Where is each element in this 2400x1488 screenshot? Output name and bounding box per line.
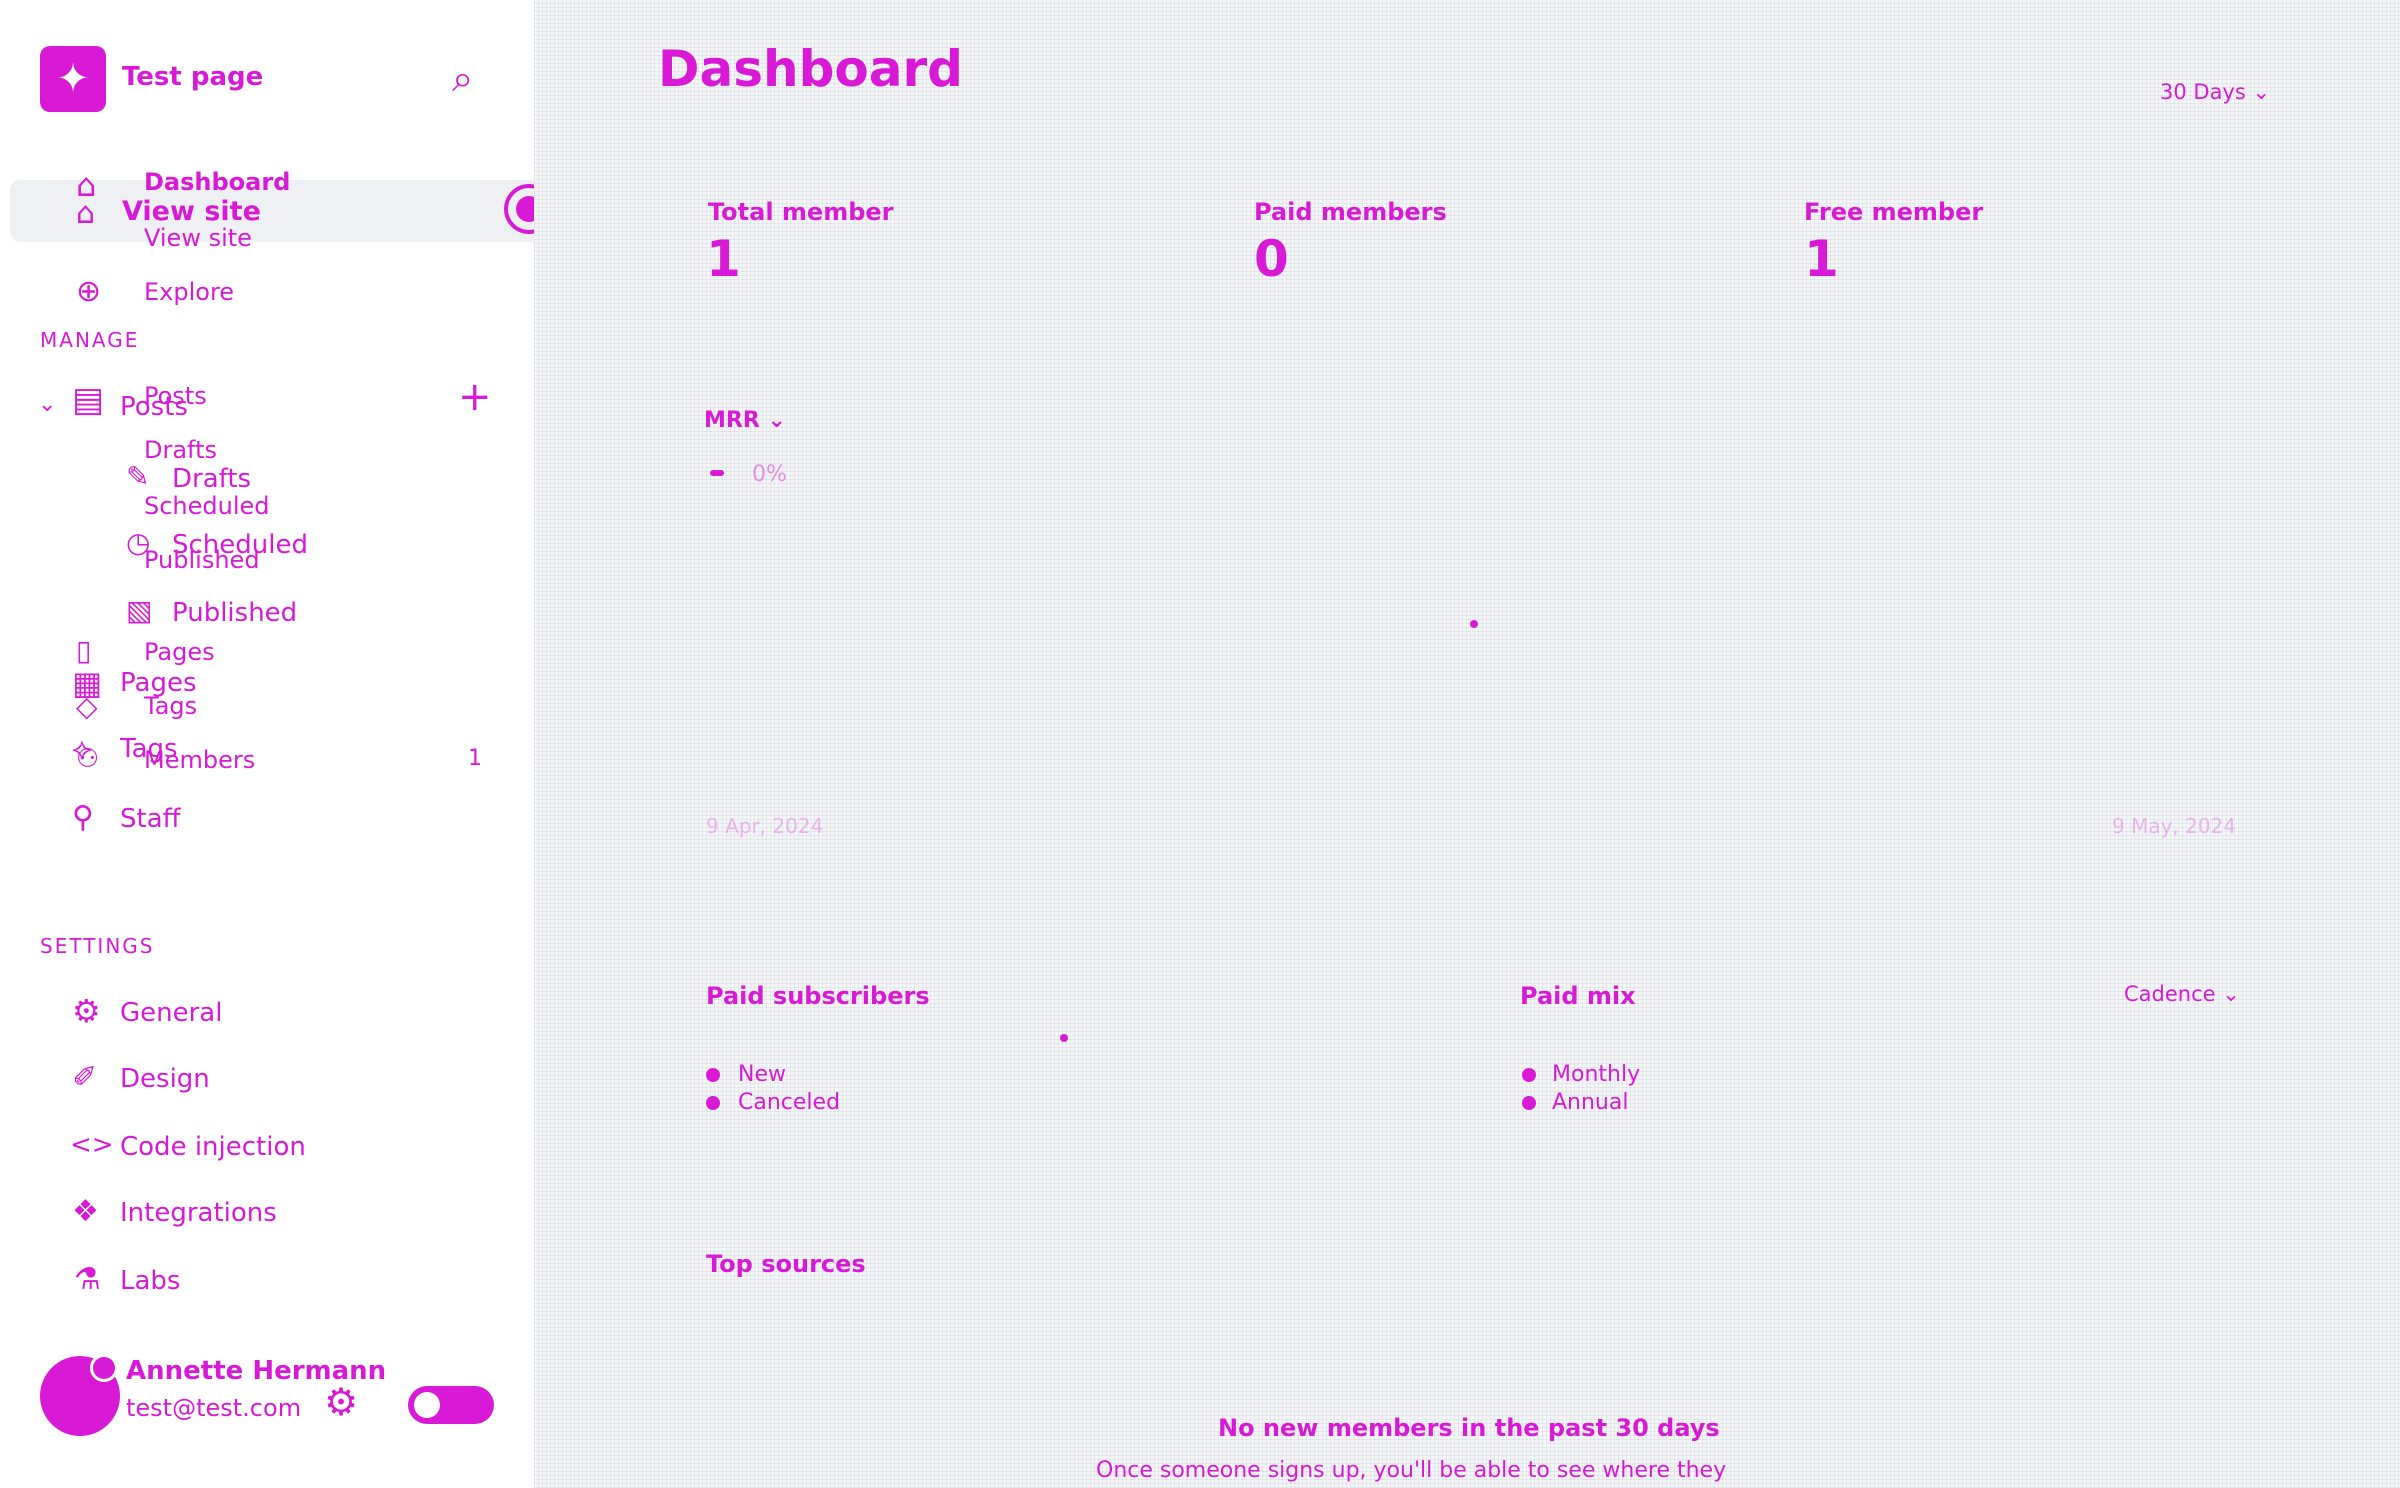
nav-view-site-secondary[interactable]: View site [144,224,252,252]
stat-value-paid: 0 [1254,230,1289,288]
pencil-icon: ✎ [126,460,150,493]
nav-tags-secondary[interactable]: Tags [144,692,197,720]
legend-monthly-dot [1522,1068,1536,1082]
legend-annual: Annual [1552,1090,1629,1115]
chevron-down-icon: ⌄ [767,408,786,433]
nav-design[interactable]: Design [120,1064,210,1094]
status-dot [90,1354,118,1382]
nav-drafts-secondary[interactable]: Drafts [144,436,217,464]
chevron-down-icon: ⌄ [2252,80,2271,104]
nav-code-injection[interactable]: Code injection [120,1132,306,1162]
legend-monthly: Monthly [1552,1062,1641,1087]
chevron-down-icon[interactable]: ⌄ [38,392,56,417]
nav-published-secondary[interactable]: Published [144,546,260,574]
page-title: Dashboard [658,40,963,98]
theme-toggle[interactable] [408,1386,494,1424]
members-icon: ⚇ [76,744,100,774]
legend-canceled-dot [706,1096,720,1110]
tags-icon: ◇ [76,690,98,723]
nav-published[interactable]: Published [172,598,297,628]
chevron-down-icon: ⌄ [2222,982,2240,1006]
nav-labs[interactable]: Labs [120,1266,180,1296]
plus-icon[interactable]: + [458,374,492,420]
explore-icon: ⊕ [76,274,102,309]
nav-dashboard[interactable]: Dashboard [144,168,290,196]
paid-subscribers-title: Paid subscribers [706,982,930,1010]
members-count-badge: 1 [468,746,482,771]
mrr-chart-point [1470,620,1478,628]
cadence-label: Cadence [2124,982,2216,1006]
labs-icon: ⚗ [74,1262,101,1297]
nav-posts-secondary[interactable]: Posts [144,382,207,410]
settings-heading: SETTINGS [40,934,155,958]
staff-icon: ⚲ [72,800,94,835]
brush-icon: ✐ [72,1060,98,1095]
mrr-trend-icon [710,470,724,476]
user-email: test@test.com [126,1394,302,1422]
legend-annual-dot [1522,1096,1536,1110]
range-select[interactable]: 30 Days ⌄ [2160,80,2270,104]
nav-staff[interactable]: Staff [120,804,181,834]
mrr-selector[interactable]: MRR ⌄ [704,408,786,433]
main-content: Dashboard 30 Days ⌄ Total member 1 Paid … [534,0,2400,1488]
view-site-icon: ⌂ [76,196,96,231]
mrr-label: MRR [704,408,760,433]
stat-label-free: Free member [1804,198,1984,226]
chart-date-end: 9 May, 2024 [2112,814,2237,838]
gear-icon: ⚙ [72,992,101,1030]
pages-icon: ▯ [76,634,92,667]
logo-icon[interactable]: ✦ [40,46,106,112]
nav-scheduled-secondary[interactable]: Scheduled [144,492,270,520]
search-icon[interactable]: ⌕ [452,56,473,101]
nav-drafts[interactable]: Drafts [172,464,251,494]
chart-date-start: 9 Apr, 2024 [706,814,824,838]
empty-state-text: Once someone signs up, you'll be able to… [1096,1458,1727,1483]
legend-new-dot [706,1068,720,1082]
sidebar: ✦ Test page ⌕ ⌂ Dashboard ⌂ View site Vi… [0,0,562,1488]
legend-canceled: Canceled [738,1090,841,1115]
nav-integrations[interactable]: Integrations [120,1198,277,1228]
paid-subscribers-point [1060,1034,1068,1042]
top-sources-title: Top sources [706,1250,866,1278]
integrations-icon: ❖ [72,1194,99,1229]
manage-heading: MANAGE [40,328,140,352]
stat-label-paid: Paid members [1254,198,1447,226]
nav-general[interactable]: General [120,998,222,1028]
empty-state-title: No new members in the past 30 days [1218,1414,1720,1442]
site-title[interactable]: Test page [122,62,263,92]
paid-mix-title: Paid mix [1520,982,1636,1010]
nav-pages-secondary[interactable]: Pages [144,638,215,666]
user-settings-icon[interactable]: ⚙ [324,1380,358,1424]
code-icon: <> [70,1130,114,1160]
posts-icon: ▤ [72,380,105,420]
mrr-change: 0% [752,462,787,487]
legend-new: New [738,1062,786,1087]
published-icon: ▧ [126,594,153,627]
stat-value-free: 1 [1804,230,1839,288]
cadence-select[interactable]: Cadence ⌄ [2124,982,2240,1006]
stat-label-total: Total member [708,198,894,226]
nav-explore[interactable]: Explore [144,278,234,306]
nav-members[interactable]: Members [144,746,255,774]
stat-value-total: 1 [706,230,741,288]
range-label: 30 Days [2160,80,2246,104]
nav-view-site[interactable]: View site [122,196,261,227]
